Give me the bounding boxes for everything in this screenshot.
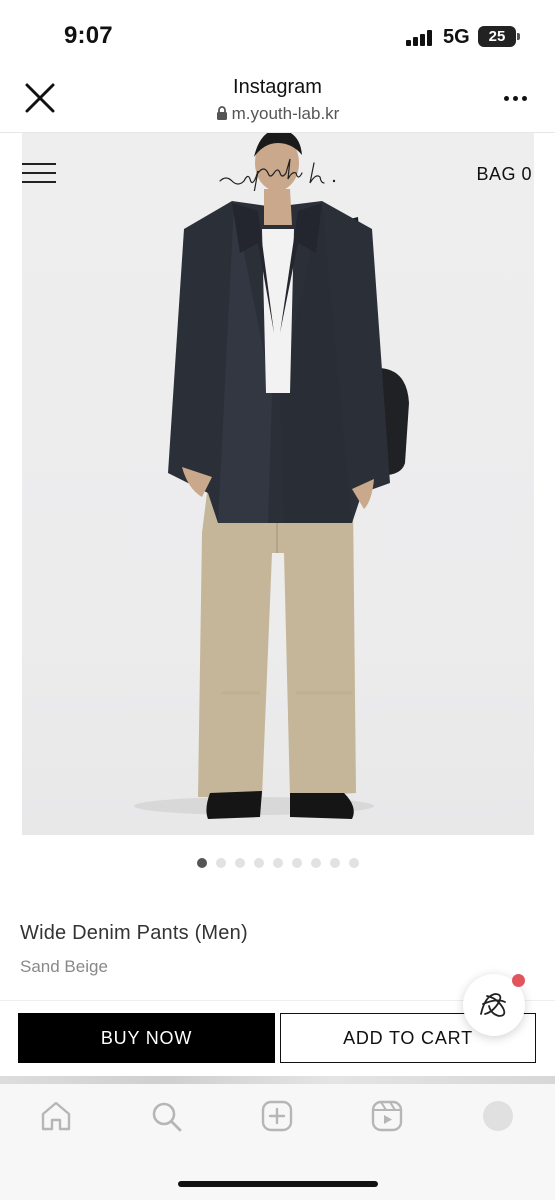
product-image[interactable]: BAG 0 [22,133,534,835]
create-icon[interactable] [259,1098,295,1134]
carousel-dot[interactable] [329,858,340,868]
network-label: 5G [443,26,470,48]
battery-icon: 25 [478,26,520,47]
carousel-dot[interactable] [310,858,321,868]
reels-icon[interactable] [369,1098,405,1134]
brand-logo[interactable] [218,155,340,194]
carousel-dot[interactable] [272,858,283,868]
product-color: Sand Beige [20,957,108,976]
model-photo [134,133,409,819]
home-icon[interactable] [38,1098,74,1134]
lock-icon [216,106,227,120]
status-time: 9:07 [64,22,113,49]
instagram-nav-bar [0,1084,555,1200]
search-icon[interactable] [148,1098,184,1134]
carousel-dot[interactable] [234,858,245,868]
status-bar: 9:07 5G 25 [0,0,555,70]
product-name: Wide Denim Pants (Men) [20,922,248,944]
carousel-dot[interactable] [196,858,207,868]
browser-header: Instagram m.youth-lab.kr [0,70,555,133]
home-indicator [178,1181,378,1187]
content-strip [0,1076,555,1084]
menu-button[interactable] [22,163,56,183]
carousel-dot[interactable] [215,858,226,868]
browser-url[interactable]: m.youth-lab.kr [0,104,555,124]
carousel-dots [0,855,555,869]
signal-icon [406,30,434,46]
carousel-dot[interactable] [253,858,264,868]
url-text: m.youth-lab.kr [231,104,340,123]
more-button[interactable] [500,86,530,110]
buy-now-button[interactable]: BUY NOW [18,1013,275,1063]
browser-title: Instagram [233,76,322,98]
bag-link[interactable]: BAG 0 [476,164,532,185]
carousel-dot[interactable] [291,858,302,868]
brand-logo-mark [219,158,336,194]
notification-badge [512,974,525,987]
carousel-dot[interactable] [348,858,359,868]
profile-icon[interactable] [480,1098,516,1134]
